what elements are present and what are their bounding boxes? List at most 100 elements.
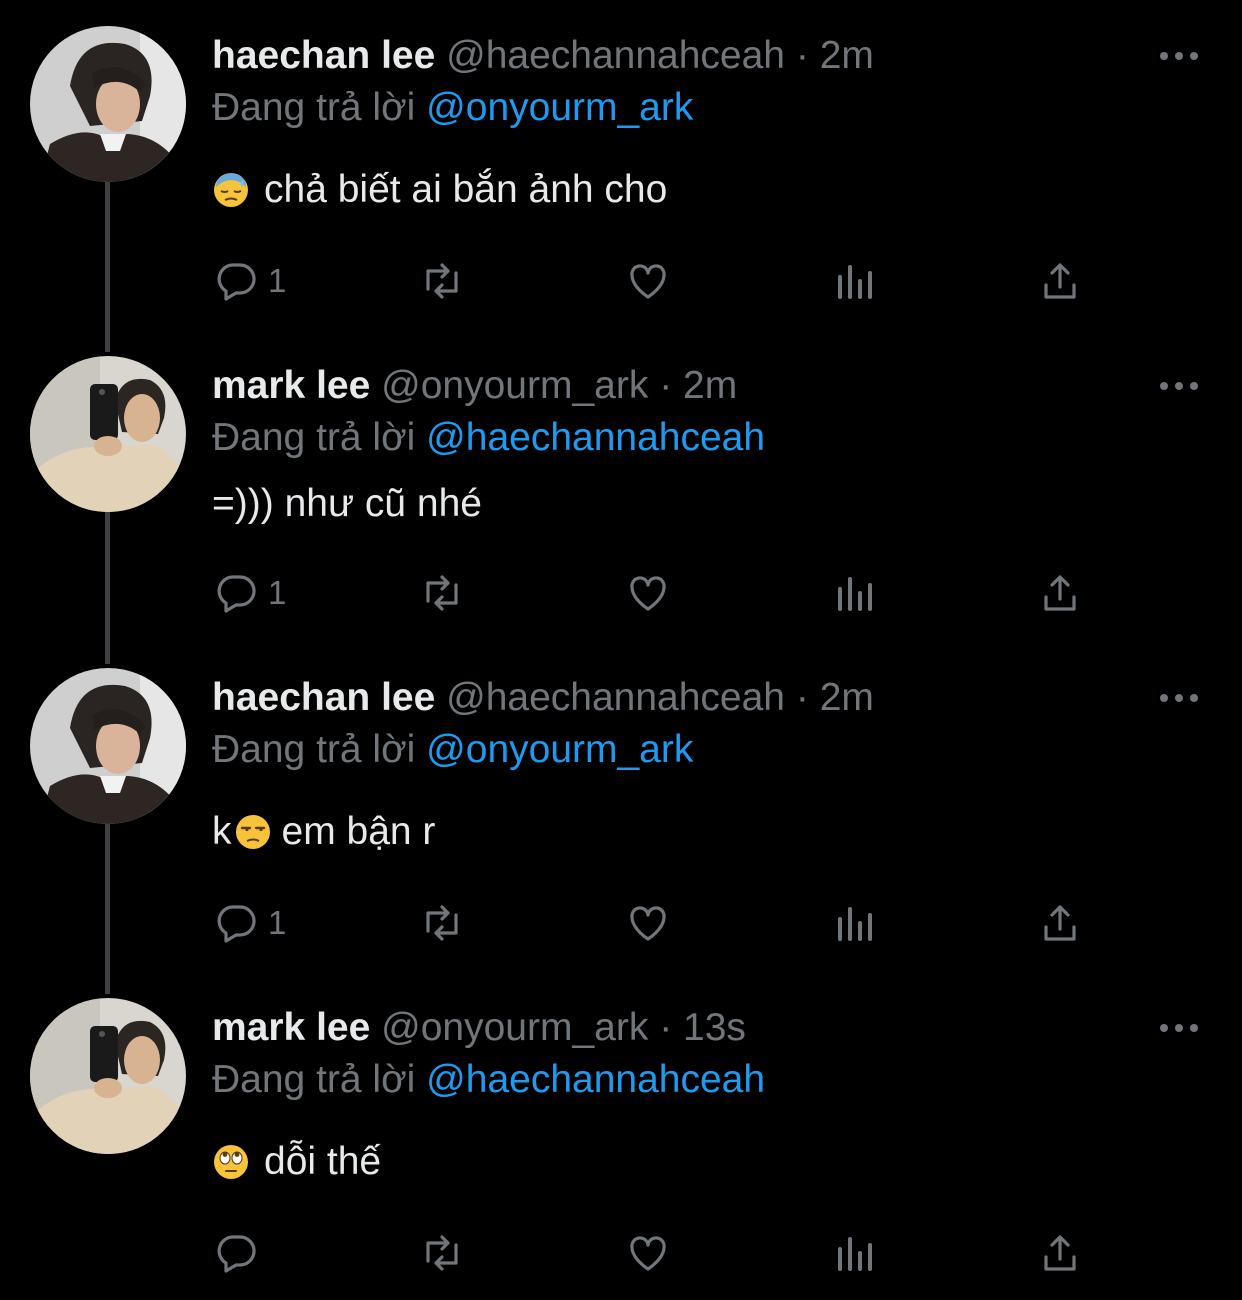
haechan-avatar-image (30, 668, 186, 824)
tweet-text: dỗi thế (212, 1138, 381, 1186)
views-icon (838, 265, 872, 299)
replying-to: Đang trả lời @haechannahceah (212, 1056, 765, 1104)
tweet-header: haechan lee @haechannahceah · 2m (212, 674, 874, 722)
share-button[interactable] (1036, 898, 1084, 948)
views-icon (838, 907, 872, 941)
share-button[interactable] (1036, 1228, 1084, 1278)
downcast-sweat-face-icon (214, 173, 248, 207)
reply-icon (217, 905, 256, 943)
tweet-actions: 1 (0, 256, 1242, 306)
tweet-header: mark lee @onyourm_ark · 2m (212, 362, 737, 410)
tweet-text: chả biết ai bắn ảnh cho (212, 166, 667, 214)
share-icon (1044, 905, 1076, 941)
avatar[interactable] (30, 668, 186, 824)
more-icon[interactable] (1158, 46, 1200, 66)
user-handle[interactable]: @haechannahceah (446, 676, 785, 719)
user-handle[interactable]: @onyourm_ark (381, 1006, 648, 1049)
more-icon[interactable] (1158, 688, 1200, 708)
display-name[interactable]: haechan lee (212, 676, 435, 719)
separator-dot: · (795, 676, 809, 719)
display-name[interactable]: mark lee (212, 1006, 370, 1049)
share-icon (1044, 1235, 1076, 1271)
display-name[interactable]: haechan lee (212, 34, 435, 77)
reply-button[interactable]: 1 (212, 568, 286, 618)
more-icon[interactable] (1158, 1018, 1200, 1038)
reply-count: 1 (268, 904, 287, 941)
mention-link[interactable]: @onyourm_ark (426, 86, 693, 129)
retweet-icon (426, 905, 458, 941)
replying-to: Đang trả lời @haechannahceah (212, 414, 765, 462)
separator-dot: · (659, 364, 673, 407)
mark-avatar-image (30, 356, 186, 512)
tweet-body: =))) như cũ nhé (212, 482, 482, 525)
separator-dot: · (795, 34, 809, 77)
user-handle[interactable]: @haechannahceah (446, 34, 785, 77)
separator-dot: · (659, 1006, 673, 1049)
replying-to-label: Đang trả lời (212, 416, 416, 459)
retweet-icon (426, 1235, 458, 1271)
views-icon (838, 577, 872, 611)
views-button[interactable] (832, 898, 880, 948)
tweet-body: dỗi thế (264, 1140, 382, 1183)
replying-to-label: Đang trả lời (212, 728, 416, 771)
tweet-actions (0, 1228, 1242, 1278)
tweet-body: em bận r (281, 810, 436, 853)
like-button[interactable] (624, 898, 672, 948)
retweet-button[interactable] (418, 256, 466, 306)
like-icon (630, 906, 666, 941)
replying-to: Đang trả lời @onyourm_ark (212, 726, 693, 774)
replying-to: Đang trả lời @onyourm_ark (212, 84, 693, 132)
like-button[interactable] (624, 568, 672, 618)
user-handle[interactable]: @onyourm_ark (381, 364, 648, 407)
timestamp[interactable]: 2m (820, 34, 874, 77)
tweet[interactable]: mark lee @onyourm_ark · 2m Đang trả lời … (0, 356, 1242, 646)
display-name[interactable]: mark lee (212, 364, 370, 407)
tweet[interactable]: haechan lee @haechannahceah · 2m Đang tr… (0, 26, 1242, 316)
timestamp[interactable]: 2m (820, 676, 874, 719)
share-button[interactable] (1036, 256, 1084, 306)
share-icon (1044, 263, 1076, 299)
views-button[interactable] (832, 568, 880, 618)
like-button[interactable] (624, 256, 672, 306)
mark-avatar-image (30, 998, 186, 1154)
mention-link[interactable]: @haechannahceah (426, 416, 765, 459)
retweet-icon (426, 575, 458, 611)
tweet[interactable]: haechan lee @haechannahceah · 2m Đang tr… (0, 668, 1242, 968)
reply-button[interactable] (212, 1228, 268, 1278)
tweet[interactable]: mark lee @onyourm_ark · 13s Đang trả lời… (0, 998, 1242, 1288)
tweet-body: chả biết ai bắn ảnh cho (264, 168, 668, 211)
timestamp[interactable]: 2m (683, 364, 737, 407)
views-button[interactable] (832, 1228, 880, 1278)
tweet-text: =))) như cũ nhé (212, 480, 482, 528)
reply-icon (217, 263, 256, 301)
mention-link[interactable]: @onyourm_ark (426, 728, 693, 771)
reply-count: 1 (268, 574, 287, 611)
timestamp[interactable]: 13s (683, 1006, 746, 1049)
replying-to-label: Đang trả lời (212, 1058, 416, 1101)
reply-icon (217, 575, 256, 613)
retweet-button[interactable] (418, 898, 466, 948)
tweet-header: haechan lee @haechannahceah · 2m (212, 32, 874, 80)
tweet-actions: 1 (0, 898, 1242, 948)
retweet-button[interactable] (418, 568, 466, 618)
like-icon (630, 1236, 666, 1271)
reply-button[interactable]: 1 (212, 256, 286, 306)
like-button[interactable] (624, 1228, 672, 1278)
tweet-text: k em bận r (212, 808, 435, 856)
like-icon (630, 576, 666, 611)
reply-count: 1 (268, 262, 287, 299)
mention-link[interactable]: @haechannahceah (426, 1058, 765, 1101)
retweet-button[interactable] (418, 1228, 466, 1278)
views-button[interactable] (832, 256, 880, 306)
tweet-header: mark lee @onyourm_ark · 13s (212, 1004, 746, 1052)
avatar[interactable] (30, 998, 186, 1154)
reply-icon (217, 1235, 256, 1273)
avatar[interactable] (30, 26, 186, 182)
tweet-actions: 1 (0, 568, 1242, 618)
retweet-icon (426, 263, 458, 299)
reply-button[interactable]: 1 (212, 898, 286, 948)
avatar[interactable] (30, 356, 186, 512)
share-icon (1044, 575, 1076, 611)
share-button[interactable] (1036, 568, 1084, 618)
more-icon[interactable] (1158, 376, 1200, 396)
